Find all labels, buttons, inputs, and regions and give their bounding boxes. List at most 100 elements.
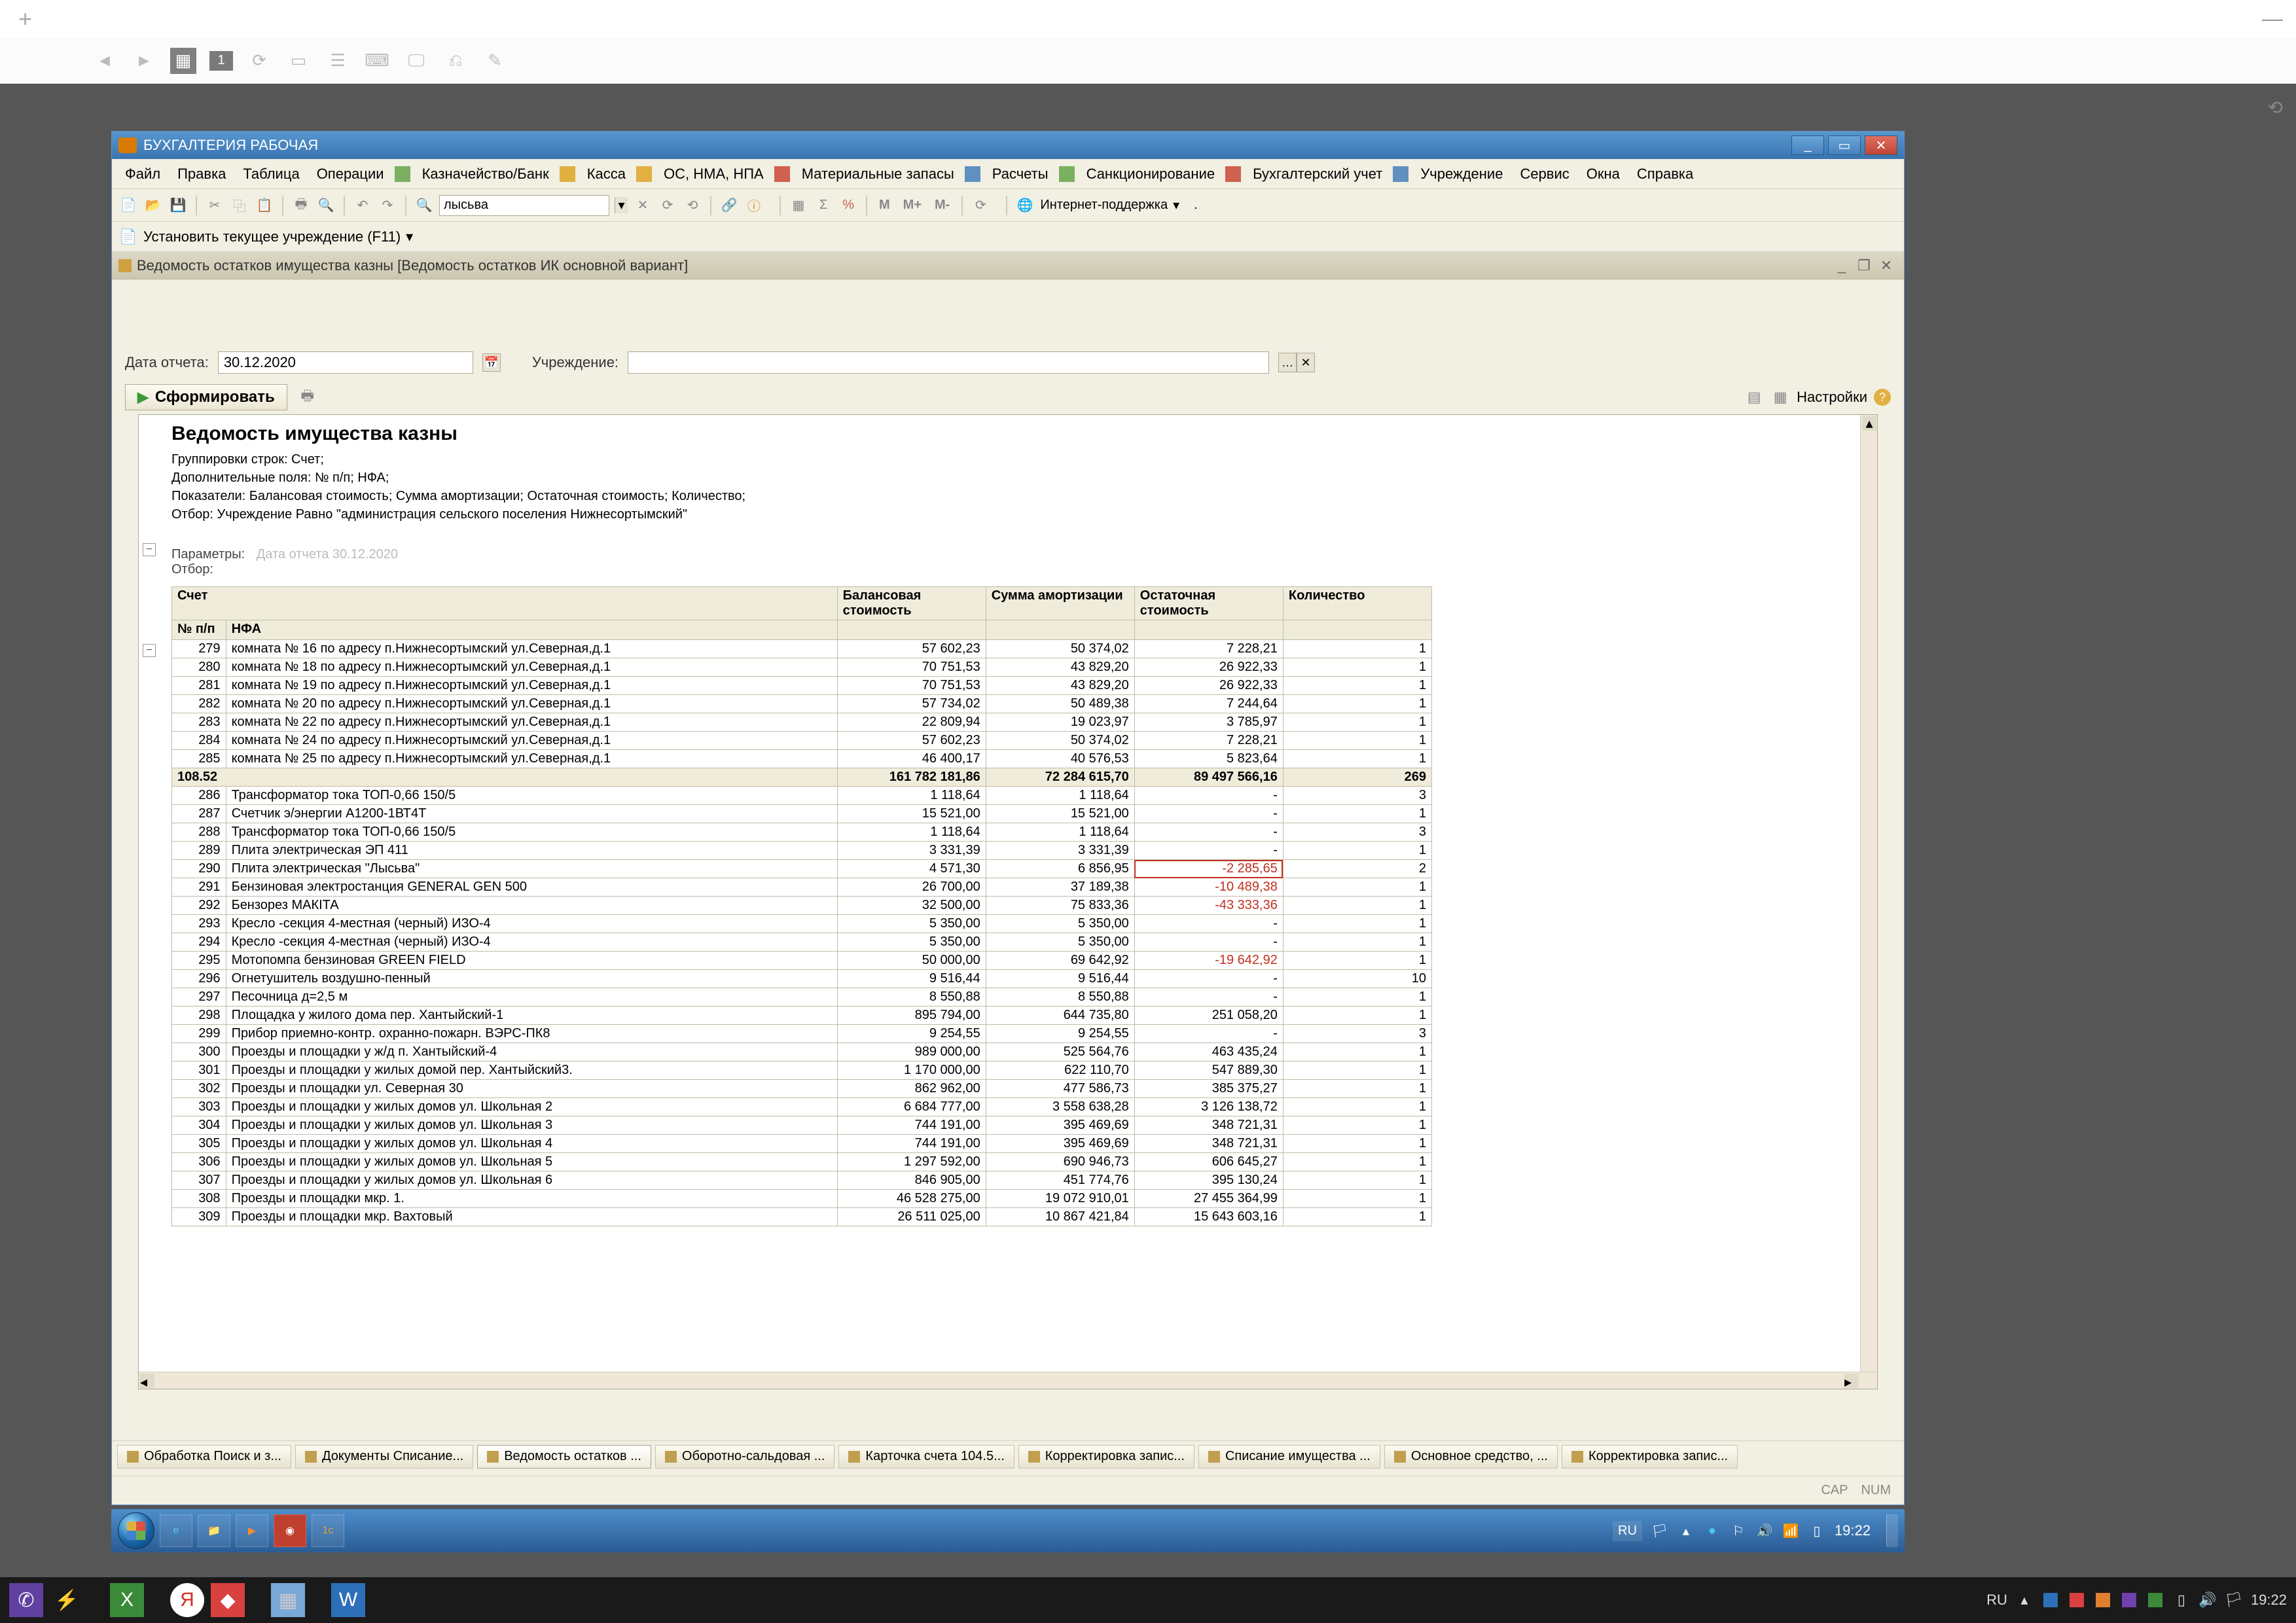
table-row[interactable]: 307 Проезды и площадки у жилых домов ул.… <box>172 1171 1432 1190</box>
tray-icon[interactable]: 🏳 <box>1651 1522 1668 1539</box>
menu-cash[interactable]: Касса <box>581 163 632 185</box>
search-icon[interactable]: 🔍 <box>414 196 434 215</box>
nav-forward-icon[interactable]: ► <box>131 48 157 74</box>
bookmarks-icon[interactable]: ☰ <box>325 48 351 74</box>
internet-support-dropdown[interactable]: ▾ <box>1173 197 1179 213</box>
org-select-button[interactable]: … <box>1278 353 1297 372</box>
nav-back-icon[interactable]: ◄ <box>92 48 118 74</box>
tab-search[interactable]: Обработка Поиск и з... <box>117 1445 291 1469</box>
outer-tray-icon[interactable] <box>2068 1591 2086 1609</box>
open-icon[interactable]: 📂 <box>143 196 163 215</box>
new-doc-icon[interactable]: 📄 <box>118 196 138 215</box>
menu-calc[interactable]: Расчеты <box>986 163 1055 185</box>
stats-icon[interactable]: % <box>838 196 858 215</box>
table-row[interactable]: 306 Проезды и площадки у жилых домов ул.… <box>172 1153 1432 1171</box>
outer-viber-icon[interactable]: ✆ <box>9 1583 43 1617</box>
table-row[interactable]: 282 комната № 20 по адресу п.Нижнесортым… <box>172 695 1432 713</box>
save-icon[interactable]: 💾 <box>168 196 188 215</box>
find-prev-icon[interactable]: ⟲ <box>683 196 702 215</box>
tab-correction-2[interactable]: Корректировка запис... <box>1562 1445 1738 1469</box>
table-row[interactable]: 308 Проезды и площадки мкр. 1. 46 528 27… <box>172 1190 1432 1208</box>
table-row[interactable]: 285 комната № 25 по адресу п.Нижнесортым… <box>172 750 1432 768</box>
table-row[interactable]: 295 Мотопомпа бензиновая GREEN FIELD 50 … <box>172 952 1432 970</box>
table-row[interactable]: 290 Плита электрическая "Лысьва" 4 571,3… <box>172 860 1432 878</box>
scroll-left-button[interactable]: ◂ <box>140 1374 154 1388</box>
table-row[interactable]: 287 Счетчик э/энергии А1200-1ВТ4Т 15 521… <box>172 805 1432 823</box>
copy-icon[interactable]: ⿻ <box>230 196 249 215</box>
table-row[interactable]: 300 Проезды и площадки у ж/д п. Хантыйск… <box>172 1043 1432 1061</box>
set-current-org-button[interactable]: Установить текущее учреждение (F11) <box>143 228 401 245</box>
paste-icon[interactable]: 📋 <box>255 196 274 215</box>
outer-flag-icon[interactable]: 🏳 <box>2225 1591 2243 1609</box>
table-row[interactable]: 283 комната № 22 по адресу п.Нижнесортым… <box>172 713 1432 732</box>
table-row[interactable]: 291 Бензиновая электростанция GENERAL GE… <box>172 878 1432 897</box>
copy-link-icon[interactable]: 🔗 <box>719 196 739 215</box>
print-report-icon[interactable]: 🖶 <box>298 387 317 407</box>
search-dropdown-button[interactable]: ▾ <box>615 197 628 213</box>
tab-writeoff[interactable]: Документы Списание... <box>295 1445 473 1469</box>
table-row[interactable]: 294 Кресло -секция 4-местная (черный) ИЗ… <box>172 933 1432 952</box>
window-minimize-icon[interactable]: — <box>2262 7 2283 31</box>
settings-link[interactable]: Настройки <box>1797 389 1867 406</box>
m-plus-button[interactable]: M+ <box>899 196 925 215</box>
horizontal-scrollbar[interactable]: ◂ ▸ <box>139 1372 1877 1389</box>
outer-tray-icon[interactable] <box>2146 1591 2164 1609</box>
outer-tray-chevron-icon[interactable]: ▴ <box>2015 1591 2034 1609</box>
redo-icon[interactable]: ↷ <box>378 196 397 215</box>
reload-icon[interactable]: ⟳ <box>246 48 272 74</box>
outer-lang[interactable]: RU <box>1986 1592 2007 1609</box>
outer-calc-icon[interactable]: ▦ <box>271 1583 305 1617</box>
menu-service[interactable]: Сервис <box>1513 163 1575 185</box>
table-row[interactable]: 304 Проезды и площадки у жилых домов ул.… <box>172 1116 1432 1135</box>
table-row[interactable]: 288 Трансформатор тока ТОП-0,66 150/5 1 … <box>172 823 1432 842</box>
tray-power-icon[interactable]: ▯ <box>1808 1522 1825 1539</box>
print-icon[interactable]: 🖶 <box>291 196 311 215</box>
clear-search-icon[interactable]: ✕ <box>633 196 653 215</box>
taskbar-1c-icon[interactable]: 1c <box>312 1514 344 1547</box>
vertical-scrollbar[interactable]: ▴ <box>1860 415 1877 1389</box>
menu-file[interactable]: Файл <box>118 163 167 185</box>
tray-chevron-icon[interactable]: ▴ <box>1677 1522 1695 1539</box>
refresh-icon[interactable]: ⟳ <box>971 196 990 215</box>
table-row[interactable]: 280 комната № 18 по адресу п.Нижнесортым… <box>172 658 1432 677</box>
date-picker-button[interactable]: 📅 <box>482 353 501 372</box>
menu-windows[interactable]: Окна <box>1580 163 1626 185</box>
menu-assets[interactable]: ОС, НМА, НПА <box>657 163 770 185</box>
undo-icon[interactable]: ↶ <box>353 196 372 215</box>
org-clear-button[interactable]: ✕ <box>1297 353 1315 372</box>
outer-clock[interactable]: 19:22 <box>2251 1592 2287 1609</box>
start-button[interactable] <box>118 1512 154 1549</box>
tray-volume-icon[interactable]: 🔊 <box>1756 1522 1773 1539</box>
tab-balances[interactable]: Ведомость остатков ... <box>477 1445 651 1469</box>
subwindow-minimize-button[interactable]: _ <box>1831 257 1853 275</box>
outer-yandex-icon[interactable]: Я <box>170 1583 204 1617</box>
table-row[interactable]: 297 Песочница д=2,5 м 8 550,88 8 550,88 … <box>172 988 1432 1007</box>
menu-org[interactable]: Учреждение <box>1414 163 1509 185</box>
table-row[interactable]: 302 Проезды и площадки ул. Северная 30 8… <box>172 1080 1432 1098</box>
taskbar-clock[interactable]: 19:22 <box>1835 1522 1871 1539</box>
set-org-dropdown[interactable]: ▾ <box>406 228 413 245</box>
m-minus-button[interactable]: M- <box>931 196 954 215</box>
date-input[interactable] <box>224 354 467 371</box>
m-button[interactable]: M <box>875 196 894 215</box>
outer-tray-icon[interactable]: ▯ <box>2172 1591 2191 1609</box>
panel-icon[interactable]: ▤ <box>1744 387 1764 407</box>
table-row[interactable]: 299 Прибор приемно-контр. охранно-пожарн… <box>172 1025 1432 1043</box>
outer-tray-icon[interactable] <box>2041 1591 2060 1609</box>
window-minimize-button[interactable]: _ <box>1791 135 1824 155</box>
sigma-icon[interactable]: Σ <box>814 196 833 215</box>
outer-anydesk-icon[interactable]: ◆ <box>211 1583 245 1617</box>
internet-support-link[interactable]: Интернет-поддержка <box>1040 198 1168 213</box>
tray-sync-icon[interactable]: ● <box>1704 1522 1721 1539</box>
window-maximize-button[interactable]: ▭ <box>1828 135 1861 155</box>
tuning-icon[interactable]: ⎌ <box>442 48 469 74</box>
scroll-right-button[interactable]: ▸ <box>1844 1374 1859 1388</box>
grid-icon[interactable]: ▦ <box>789 196 808 215</box>
show-desktop-button[interactable] <box>1886 1514 1898 1547</box>
taskbar-explorer-icon[interactable]: 📁 <box>198 1514 230 1547</box>
new-tab-button[interactable]: + <box>18 5 32 33</box>
table-row[interactable]: 296 Огнетушитель воздушно-пенный 9 516,4… <box>172 970 1432 988</box>
table-row[interactable]: 298 Площадка у жилого дома пер. Хантыйск… <box>172 1007 1432 1025</box>
taskbar-app-icon[interactable]: ◉ <box>274 1514 306 1547</box>
tab-fixed-asset[interactable]: Основное средство, ... <box>1384 1445 1558 1469</box>
